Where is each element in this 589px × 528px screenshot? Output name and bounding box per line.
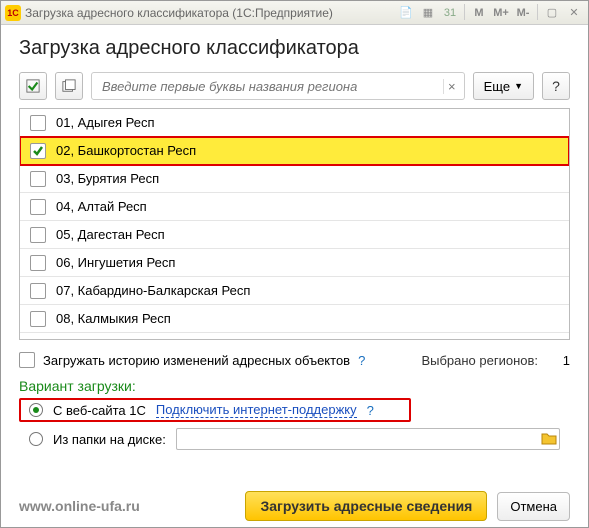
radio-web-block: С веб-сайта 1С Подключить интернет-подде… xyxy=(19,398,411,422)
titlebar-calendar-icon[interactable]: ▦ xyxy=(418,4,438,22)
titlebar-maximize-button[interactable]: ▢ xyxy=(542,4,562,22)
connect-support-link[interactable]: Подключить интернет-поддержку xyxy=(156,402,357,418)
titlebar-date-icon[interactable]: 31 xyxy=(440,4,460,22)
history-checkbox-label: Загружать историю изменений адресных объ… xyxy=(43,353,350,368)
region-checkbox[interactable] xyxy=(30,227,46,243)
region-row[interactable]: 02, Башкортостан Респ xyxy=(20,137,569,165)
folder-icon xyxy=(541,431,557,445)
region-checkbox[interactable] xyxy=(30,171,46,187)
load-button[interactable]: Загрузить адресные сведения xyxy=(245,491,487,521)
region-list: 01, Адыгея Респ 02, Башкортостан Респ 03, … xyxy=(19,108,570,340)
region-label: 06, Ингушетия Респ xyxy=(56,255,175,270)
region-checkbox[interactable] xyxy=(30,283,46,299)
history-row: Загружать историю изменений адресных объ… xyxy=(19,352,570,368)
selected-regions-count: 1 xyxy=(546,353,570,368)
radio-folder[interactable] xyxy=(29,432,43,446)
region-row[interactable]: 06, Ингушетия Респ xyxy=(20,249,569,277)
titlebar-m-button[interactable]: M xyxy=(469,4,489,22)
region-label: 07, Кабардино-Балкарская Респ xyxy=(56,283,250,298)
connect-help-icon[interactable]: ? xyxy=(367,403,374,418)
footer: www.online-ufa.ru Загрузить адресные све… xyxy=(19,481,570,521)
uncheck-all-button[interactable] xyxy=(55,72,83,100)
region-row[interactable]: 01, Адыгея Респ xyxy=(20,109,569,137)
more-button-label: Еще xyxy=(484,79,510,94)
region-label: 01, Адыгея Респ xyxy=(56,115,155,130)
region-checkbox[interactable] xyxy=(30,143,46,159)
titlebar: 1C Загрузка адресного классификатора (1С… xyxy=(1,1,588,25)
selected-regions-label: Выбрано регионов: xyxy=(421,353,538,368)
history-checkbox[interactable] xyxy=(19,352,35,368)
more-button[interactable]: Еще ▼ xyxy=(473,72,534,100)
titlebar-separator-2 xyxy=(537,4,538,20)
cancel-button[interactable]: Отмена xyxy=(497,492,570,521)
radio-web[interactable] xyxy=(29,403,43,417)
check-all-button[interactable] xyxy=(19,72,47,100)
folder-path-input[interactable] xyxy=(181,431,535,448)
region-label: 04, Алтай Респ xyxy=(56,199,147,214)
chevron-down-icon: ▼ xyxy=(514,81,523,91)
region-label: 08, Калмыкия Респ xyxy=(56,311,171,326)
help-button[interactable]: ? xyxy=(542,72,570,100)
titlebar-separator xyxy=(464,4,465,20)
search-input[interactable] xyxy=(100,78,443,95)
titlebar-buttons: 📄 ▦ 31 M M+ M- ▢ ✕ xyxy=(396,4,584,22)
titlebar-m-plus-button[interactable]: M+ xyxy=(491,4,511,22)
toolbar: × Еще ▼ ? xyxy=(19,72,570,100)
content: Загрузка адресного классификатора × Еще … xyxy=(1,25,588,527)
browse-folder-button[interactable] xyxy=(535,429,555,449)
region-checkbox[interactable] xyxy=(30,311,46,327)
variant-title: Вариант загрузки: xyxy=(19,378,570,394)
region-row[interactable]: 03, Бурятия Респ xyxy=(20,165,569,193)
region-checkbox[interactable] xyxy=(30,255,46,271)
titlebar-action-1[interactable]: 📄 xyxy=(396,4,416,22)
region-row[interactable]: 05, Дагестан Респ xyxy=(20,221,569,249)
clear-search-button[interactable]: × xyxy=(443,79,460,94)
region-checkbox[interactable] xyxy=(30,199,46,215)
app-icon: 1C xyxy=(5,5,21,21)
check-all-icon xyxy=(26,78,40,94)
radio-folder-label: Из папки на диске: xyxy=(53,432,166,447)
titlebar-m-minus-button[interactable]: M- xyxy=(513,4,533,22)
region-label: 05, Дагестан Респ xyxy=(56,227,165,242)
folder-path-wrap xyxy=(176,428,560,450)
watermark: www.online-ufa.ru xyxy=(19,498,140,514)
region-row[interactable]: 08, Калмыкия Респ xyxy=(20,305,569,333)
region-row[interactable]: 04, Алтай Респ xyxy=(20,193,569,221)
radio-folder-block: Из папки на диске: xyxy=(19,424,570,454)
region-checkbox[interactable] xyxy=(30,115,46,131)
window: 1C Загрузка адресного классификатора (1С… xyxy=(0,0,589,528)
region-row[interactable]: 07, Кабардино-Балкарская Респ xyxy=(20,277,569,305)
titlebar-close-button[interactable]: ✕ xyxy=(564,4,584,22)
window-title: Загрузка адресного классификатора (1С:Пр… xyxy=(25,6,392,20)
region-label: 02, Башкортостан Респ xyxy=(56,143,196,158)
page-title: Загрузка адресного классификатора xyxy=(19,37,570,60)
uncheck-all-icon xyxy=(62,78,76,94)
radio-web-label: С веб-сайта 1С xyxy=(53,403,146,418)
region-label: 03, Бурятия Респ xyxy=(56,171,159,186)
history-help-icon[interactable]: ? xyxy=(358,353,365,368)
search-field-wrap: × xyxy=(91,72,465,100)
